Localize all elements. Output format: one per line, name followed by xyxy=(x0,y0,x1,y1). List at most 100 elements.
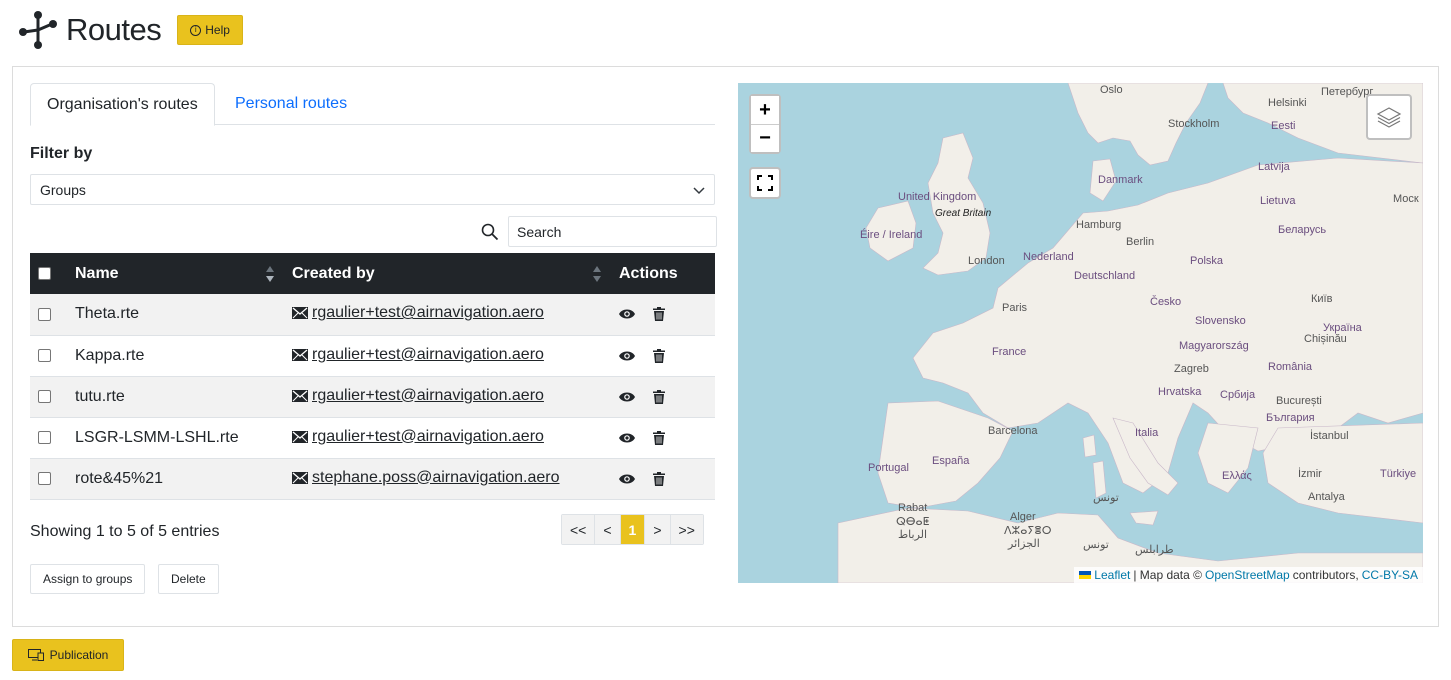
created-by-cell: stephane.poss@airnavigation.aero xyxy=(284,458,611,500)
map-label-kyiv: Київ xyxy=(1311,293,1333,305)
creator-email: stephane.poss@airnavigation.aero xyxy=(312,468,560,486)
trash-icon[interactable] xyxy=(653,348,665,363)
column-created-by-label: Created by xyxy=(292,264,375,282)
routes-table: Name Created by Actions Theta.rte rgauli… xyxy=(30,253,715,500)
map-label-bulgaria: България xyxy=(1266,412,1315,424)
map-label-turkiye: Türkiye xyxy=(1380,468,1417,480)
column-actions: Actions xyxy=(619,264,678,282)
filter-select-value: Groups xyxy=(40,181,86,198)
creator-email-link[interactable]: rgaulier+test@airnavigation.aero xyxy=(292,304,544,322)
creator-email: rgaulier+test@airnavigation.aero xyxy=(312,386,544,404)
row-checkbox[interactable] xyxy=(38,471,51,485)
page-prev-button[interactable]: < xyxy=(595,515,621,544)
map-label-slovensko: Slovensko xyxy=(1195,315,1246,327)
eye-icon[interactable] xyxy=(619,350,635,362)
delete-button[interactable]: Delete xyxy=(158,564,219,594)
map-label-belarus: Беларусь xyxy=(1278,224,1327,236)
map-label-rabat-tifinagh: ⵕⴱⴰⵟ xyxy=(896,516,930,528)
row-checkbox[interactable] xyxy=(38,348,51,362)
map-label-stockholm: Stockholm xyxy=(1168,118,1220,130)
map-label-tounes: تونس xyxy=(1083,539,1109,551)
column-created-by[interactable]: Created by xyxy=(284,253,611,294)
eye-icon[interactable] xyxy=(619,473,635,485)
monitor-icon xyxy=(27,649,44,661)
actions-cell xyxy=(611,335,715,377)
map-label-latvija: Latvija xyxy=(1258,161,1290,173)
trash-icon[interactable] xyxy=(653,430,665,445)
search-input[interactable] xyxy=(508,216,717,247)
actions-cell xyxy=(611,376,715,418)
row-checkbox[interactable] xyxy=(38,389,51,403)
page-last-button[interactable]: >> xyxy=(670,515,703,544)
eye-icon[interactable] xyxy=(619,391,635,403)
help-button[interactable]: i Help xyxy=(177,15,243,45)
assign-to-groups-button[interactable]: Assign to groups xyxy=(30,564,146,594)
tab-organisation-routes[interactable]: Organisation's routes xyxy=(30,83,215,126)
map-label-zagreb: Zagreb xyxy=(1174,363,1209,375)
osm-link[interactable]: OpenStreetMap xyxy=(1205,568,1290,582)
map-label-alger-tifinagh: ⴷⵣⴰⵢⴻⵔ xyxy=(1004,525,1052,537)
map-label-tripoli: طرابلس xyxy=(1135,544,1174,556)
map-label-oslo: Oslo xyxy=(1100,84,1123,96)
map-label-portugal: Portugal xyxy=(868,462,909,474)
row-select-cell xyxy=(30,294,67,336)
attribution-text: | Map data © xyxy=(1133,568,1202,582)
publication-label: Publication xyxy=(49,648,109,662)
leaflet-link[interactable]: Leaflet xyxy=(1094,568,1130,582)
row-checkbox[interactable] xyxy=(38,430,51,444)
layers-icon xyxy=(1376,107,1402,128)
page-first-button[interactable]: << xyxy=(562,515,596,544)
eye-icon[interactable] xyxy=(619,432,635,444)
route-map[interactable]: Oslo Helsinki Петербург Stockholm Eesti … xyxy=(738,83,1423,583)
page-next-button[interactable]: > xyxy=(645,515,671,544)
info-icon: i xyxy=(190,24,202,36)
creator-email-link[interactable]: rgaulier+test@airnavigation.aero xyxy=(292,346,544,364)
map-label-romania: România xyxy=(1268,361,1313,373)
map-label-cesko: Česko xyxy=(1150,296,1182,308)
attribution-contributors: contributors, xyxy=(1292,568,1359,582)
row-select-cell xyxy=(30,335,67,377)
zoom-out-button[interactable]: − xyxy=(751,124,779,152)
page-title: Routes xyxy=(66,12,162,47)
map-label-hamburg: Hamburg xyxy=(1076,219,1122,231)
map-label-istanbul: İstanbul xyxy=(1310,430,1349,442)
fullscreen-button[interactable] xyxy=(749,167,781,199)
creator-email: rgaulier+test@airnavigation.aero xyxy=(312,427,544,445)
select-all-checkbox[interactable] xyxy=(38,266,51,280)
map-label-polska: Polska xyxy=(1190,255,1224,267)
zoom-in-button[interactable]: + xyxy=(751,96,779,124)
route-name: Theta.rte xyxy=(67,294,284,336)
creator-email-link[interactable]: rgaulier+test@airnavigation.aero xyxy=(292,387,544,405)
help-label: Help xyxy=(205,23,230,37)
map-label-tunis: تونس xyxy=(1093,492,1119,504)
creator-email-link[interactable]: stephane.poss@airnavigation.aero xyxy=(292,469,560,487)
trash-icon[interactable] xyxy=(653,307,665,322)
creator-email: rgaulier+test@airnavigation.aero xyxy=(312,304,544,322)
fullscreen-icon xyxy=(757,175,773,191)
column-name[interactable]: Name xyxy=(67,253,284,294)
map-label-deutschland: Deutschland xyxy=(1074,270,1136,282)
sort-icon xyxy=(593,266,601,282)
table-row: Kappa.rte rgaulier+test@airnavigation.ae… xyxy=(30,335,715,377)
eye-icon[interactable] xyxy=(619,308,635,320)
page-current-button[interactable]: 1 xyxy=(620,515,646,544)
layers-button[interactable] xyxy=(1366,94,1412,140)
map-label-eesti: Eesti xyxy=(1271,120,1296,132)
filter-select[interactable]: Groups xyxy=(30,174,715,205)
creator-email-link[interactable]: rgaulier+test@airnavigation.aero xyxy=(292,428,544,446)
row-checkbox[interactable] xyxy=(38,307,51,321)
creator-email: rgaulier+test@airnavigation.aero xyxy=(312,345,544,363)
actions-cell xyxy=(611,417,715,459)
map-label-alger-arabic: الجزائر xyxy=(1008,538,1040,550)
map-label-srbija: Србија xyxy=(1220,389,1256,401)
created-by-cell: rgaulier+test@airnavigation.aero xyxy=(284,294,611,336)
license-link[interactable]: CC-BY-SA xyxy=(1362,568,1418,582)
trash-icon[interactable] xyxy=(653,389,665,404)
tab-personal-routes[interactable]: Personal routes xyxy=(219,83,363,125)
publication-button[interactable]: Publication xyxy=(12,639,124,671)
map-label-great-britain: Great Britain xyxy=(935,208,992,219)
map-label-antalya: Antalya xyxy=(1308,491,1345,503)
routes-logo-icon xyxy=(19,11,57,49)
trash-icon[interactable] xyxy=(653,471,665,486)
envelope-icon xyxy=(292,348,308,361)
